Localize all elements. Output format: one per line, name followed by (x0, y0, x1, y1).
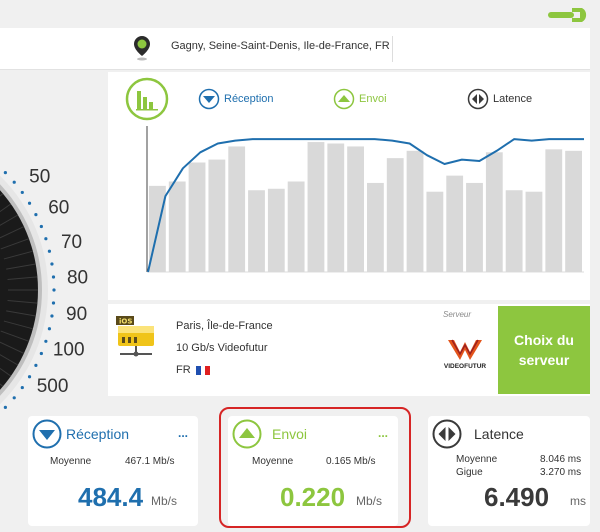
latence-gigue-label: Gigue (456, 467, 483, 478)
gauge-dot (20, 385, 24, 390)
videofutur-logo: VIDEOFUTUR (444, 339, 487, 370)
latence-value: 6.490 (484, 482, 550, 512)
choose-server-label: Choix du serveur (514, 332, 574, 368)
gauge-tick-label: 100 (53, 340, 85, 361)
chart-bar (525, 191, 543, 272)
gauge-dot (27, 201, 32, 205)
speed-chart (146, 126, 584, 273)
latence-title: Latence (474, 426, 524, 442)
wrench-icon[interactable] (546, 4, 590, 26)
server-icon: iOS (116, 316, 154, 357)
chart-bar (426, 191, 444, 272)
gauge-dot (39, 351, 43, 356)
chart-bar (466, 182, 483, 272)
chart-bar (485, 152, 503, 272)
reception-unit: Mb/s (151, 494, 178, 508)
legend-latence-label: Latence (493, 93, 533, 105)
gauge-dot (44, 339, 48, 343)
chart-bar (327, 143, 345, 272)
reception-value: 484.4 (78, 482, 144, 512)
chart-bar (347, 146, 364, 272)
gauge-dot (47, 327, 52, 331)
server-provider: 10 Gb/s Videofutur (176, 342, 268, 354)
gauge-dot (3, 171, 7, 175)
chart-bar (406, 150, 424, 272)
reception-moyenne-value: 467.1 Mb/s (125, 456, 175, 467)
gauge-dot (52, 288, 56, 292)
server-country: FR (176, 364, 191, 376)
chart-bar (188, 162, 206, 272)
location-text: Gagny, Seine-Saint-Denis, Ile-de-France,… (171, 40, 390, 52)
chart-bar (367, 182, 384, 272)
latence-moyenne-label: Moyenne (456, 454, 498, 465)
gauge-tick-label: 60 (48, 198, 69, 219)
france-flag-icon (196, 366, 210, 375)
server-icon-text: iOS (119, 318, 132, 326)
reception-icon (32, 419, 62, 449)
reception-more-button[interactable]: ... (178, 426, 188, 440)
gauge-dot (50, 262, 54, 266)
legend-latence[interactable]: Latence (467, 88, 532, 110)
gauge-dot (12, 396, 16, 400)
envoi-highlight-frame (219, 407, 411, 528)
gauge-dot (34, 363, 38, 367)
latence-card: Latence Moyenne 8.046 ms Gigue 3.270 ms … (428, 416, 590, 526)
latence-icon (432, 419, 462, 449)
gauge-tick-label: 50 (29, 167, 50, 188)
reception-moyenne-label: Moyenne (50, 456, 92, 467)
chart-icon[interactable] (125, 77, 169, 121)
legend-reception[interactable]: Réception (198, 88, 274, 110)
gauge-tick-label: 70 (61, 232, 82, 253)
location-pin-icon (134, 36, 150, 61)
chart-bar (386, 158, 404, 272)
chart-bar (307, 142, 325, 272)
gauge-dot (12, 180, 16, 184)
reception-title: Réception (66, 426, 130, 442)
latence-unit: ms (570, 494, 586, 508)
gauge-dot (3, 405, 7, 409)
gauge-tick-label: 500 (37, 376, 69, 397)
choose-server-button[interactable]: Choix du serveur (498, 306, 590, 394)
videofutur-logo-text: VIDEOFUTUR (444, 363, 487, 370)
chart-bar (545, 149, 563, 272)
chart-bar (505, 190, 523, 272)
latence-gigue-value: 3.270 ms (540, 467, 582, 478)
gauge-dot (34, 213, 38, 217)
serveur-label: Serveur (443, 310, 472, 319)
legend-reception-label: Réception (224, 93, 274, 105)
latence-legend-icon (467, 88, 489, 110)
reception-card: Réception ... Moyenne 467.1 Mb/s 484.4 M… (28, 416, 198, 526)
legend-envoi[interactable]: Envoi (333, 88, 387, 110)
latence-moyenne-value: 8.046 ms (540, 454, 582, 465)
gauge-tick-label: 80 (67, 268, 88, 289)
speed-gauge: 50 60 70 80 90 100 500 (0, 167, 88, 409)
location-separator (392, 36, 393, 62)
chart-bar (208, 159, 226, 272)
legend-envoi-label: Envoi (359, 93, 387, 105)
chart-bar (565, 150, 582, 272)
chart-bar (287, 181, 305, 272)
gauge-dot (20, 190, 24, 195)
server-city: Paris, Île-de-France (176, 320, 273, 332)
gauge-dot (27, 375, 32, 379)
chart-bar (248, 190, 265, 272)
gauge-dot (47, 249, 52, 253)
envoi-legend-icon (333, 88, 355, 110)
gauge-dot (50, 314, 54, 318)
chart-bar (168, 181, 186, 272)
gauge-dot (44, 237, 48, 241)
gauge-dot (51, 275, 56, 279)
gauge-dot (51, 301, 56, 305)
chart-bar (228, 146, 246, 272)
gauge-tick-label: 90 (66, 304, 87, 325)
chart-bar (267, 188, 285, 272)
gauge-dot (39, 224, 43, 229)
chart-bar (446, 175, 464, 272)
reception-legend-icon (198, 88, 220, 110)
